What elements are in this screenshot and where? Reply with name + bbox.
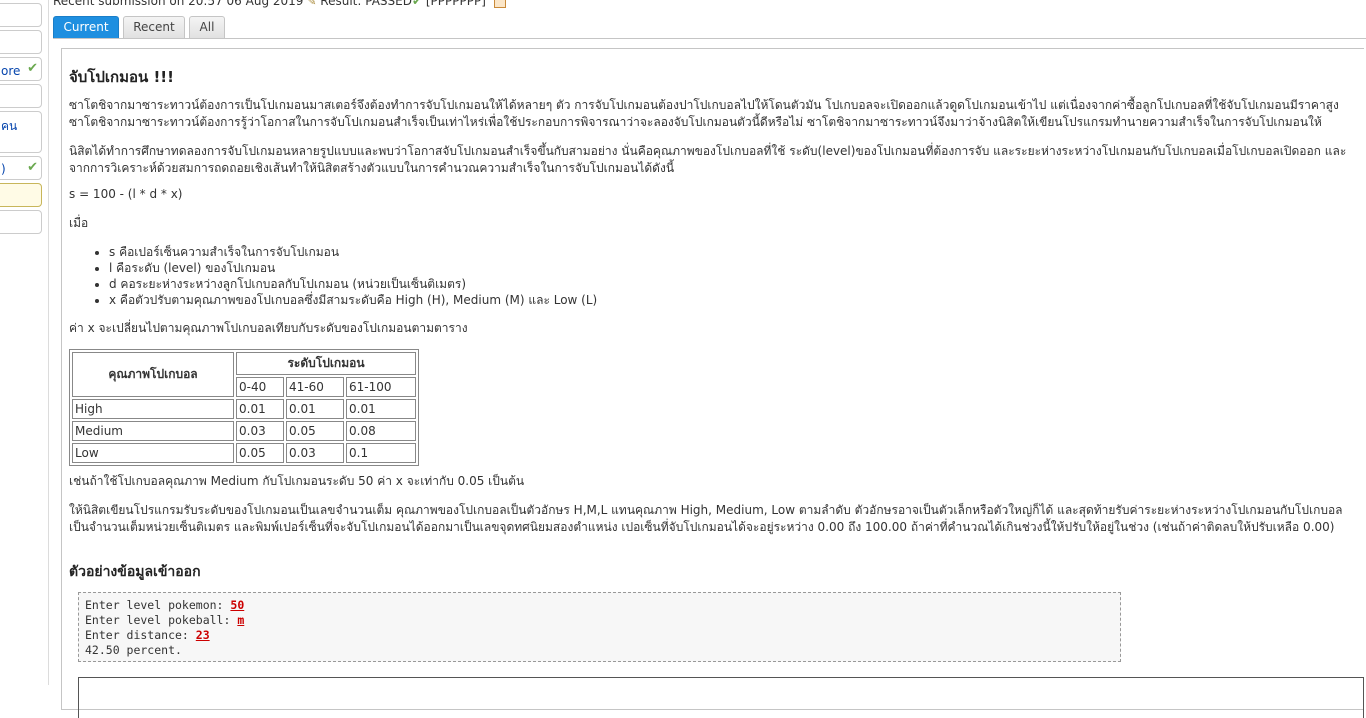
code-editor-box[interactable] — [78, 677, 1364, 718]
table-cell: 0.05 — [236, 443, 284, 463]
table-cell: 0.01 — [236, 399, 284, 419]
list-item: x คือตัวปรับตามคุณภาพของโปเกบอลซึ่งมีสาม… — [109, 292, 597, 308]
problem-panel: จับโปเกมอน !!! ซาโตชิจากมาซาระทาวน์ต้องก… — [61, 48, 1364, 718]
pencil-icon: ✎ — [307, 0, 317, 8]
sample-prompt: Enter distance: — [85, 628, 196, 642]
sample-output: 42.50 percent. — [85, 643, 182, 657]
sidebar-item[interactable]: ) ✔ — [0, 156, 42, 180]
table-header-level: ระดับโปเกมอน — [236, 352, 416, 375]
table-header-cell: 61-100 — [346, 377, 416, 397]
sample-input: m — [237, 613, 245, 627]
tab-all[interactable]: All — [189, 16, 225, 38]
problem-paragraph-3: ค่า x จะเปลี่ยนไปตามคุณภาพโปเกบอลเทียบกั… — [69, 321, 468, 335]
table-row: Low 0.05 0.03 0.1 — [72, 443, 416, 463]
problem-title: จับโปเกมอน !!! — [69, 68, 174, 86]
list-item: d คอระยะห่างระหว่างลูกโปเกบอลกับโปเกมอน … — [109, 276, 597, 292]
sidebar-item[interactable]: ore ✔ — [0, 57, 42, 81]
submission-text: Recent submission on 20:57 06 Aug 2019 — [53, 0, 304, 8]
table-cell: Medium — [72, 421, 234, 441]
table-cell: 0.01 — [286, 399, 344, 419]
when-label: เมื่อ — [69, 216, 89, 230]
sidebar-item[interactable] — [0, 30, 42, 54]
problem-paragraph-4: เช่นถ้าใช้โปเกบอลคุณภาพ Medium กับโปเกมอ… — [69, 474, 525, 488]
table-cell: 0.03 — [286, 443, 344, 463]
sidebar-item[interactable]: คน — [0, 111, 42, 153]
sidebar-item[interactable] — [0, 210, 42, 234]
variable-list: s คือเปอร์เซ็นความสำเร็จในการจับโปเกมอน … — [69, 244, 597, 308]
sidebar-item[interactable] — [0, 84, 42, 108]
list-item: l คือระดับ (level) ของโปเกมอน — [109, 260, 597, 276]
check-icon: ✔ — [27, 61, 38, 76]
sidebar-item-active[interactable] — [0, 183, 42, 207]
table-cell: 0.03 — [236, 421, 284, 441]
table-row: High 0.01 0.01 0.01 — [72, 399, 416, 419]
tab-divider — [53, 38, 1366, 39]
problem-sidebar: ore ✔ คน ) ✔ — [0, 0, 49, 685]
sample-prompt: Enter level pokeball: — [85, 613, 238, 627]
table-cell: 0.01 — [346, 399, 416, 419]
problem-paragraph-5: ให้นิสิตเขียนโปรแกรมรับระดับของโปเกมอนเป… — [69, 503, 1343, 534]
document-icon[interactable] — [493, 0, 506, 8]
sample-io-box: Enter level pokemon: 50 Enter level poke… — [78, 592, 1121, 662]
sample-heading: ตัวอย่างข้อมูลเข้าออก — [69, 564, 201, 580]
sidebar-item[interactable] — [0, 3, 42, 27]
list-item: s คือเปอร์เซ็นความสำเร็จในการจับโปเกมอน — [109, 244, 597, 260]
sample-prompt: Enter level pokemon: — [85, 598, 231, 612]
table-cell: 0.05 — [286, 421, 344, 441]
table-cell: 0.1 — [346, 443, 416, 463]
submission-code[interactable]: [PPPPPPP] — [426, 0, 486, 8]
table-cell: High — [72, 399, 234, 419]
check-icon: ✔ — [411, 0, 423, 8]
formula: s = 100 - (l * d * x) — [69, 187, 183, 201]
submission-result: Result: PASSED — [320, 0, 412, 8]
problem-paragraph-1: ซาโตชิจากมาซาระทาวน์ต้องการเป็นโปเกมอนมา… — [69, 98, 1339, 129]
sample-input: 50 — [230, 598, 245, 612]
check-icon: ✔ — [27, 160, 38, 175]
coefficient-table: คุณภาพโปเกบอล ระดับโปเกมอน 0-40 41-60 61… — [69, 349, 419, 466]
table-cell: 0.08 — [346, 421, 416, 441]
table-row: Medium 0.03 0.05 0.08 — [72, 421, 416, 441]
table-header-quality: คุณภาพโปเกบอล — [72, 352, 234, 397]
table-cell: Low — [72, 443, 234, 463]
table-header-cell: 41-60 — [286, 377, 344, 397]
tab-current[interactable]: Current — [53, 16, 119, 38]
problem-paragraph-2: นิสิตได้ทำการศึกษาทดลองการจับโปเกมอนหลาย… — [69, 144, 1347, 175]
tab-recent[interactable]: Recent — [123, 16, 185, 38]
table-header-cell: 0-40 — [236, 377, 284, 397]
submission-info: Recent submission on 20:57 06 Aug 2019 ✎… — [53, 0, 506, 8]
sample-input: 23 — [195, 628, 210, 642]
